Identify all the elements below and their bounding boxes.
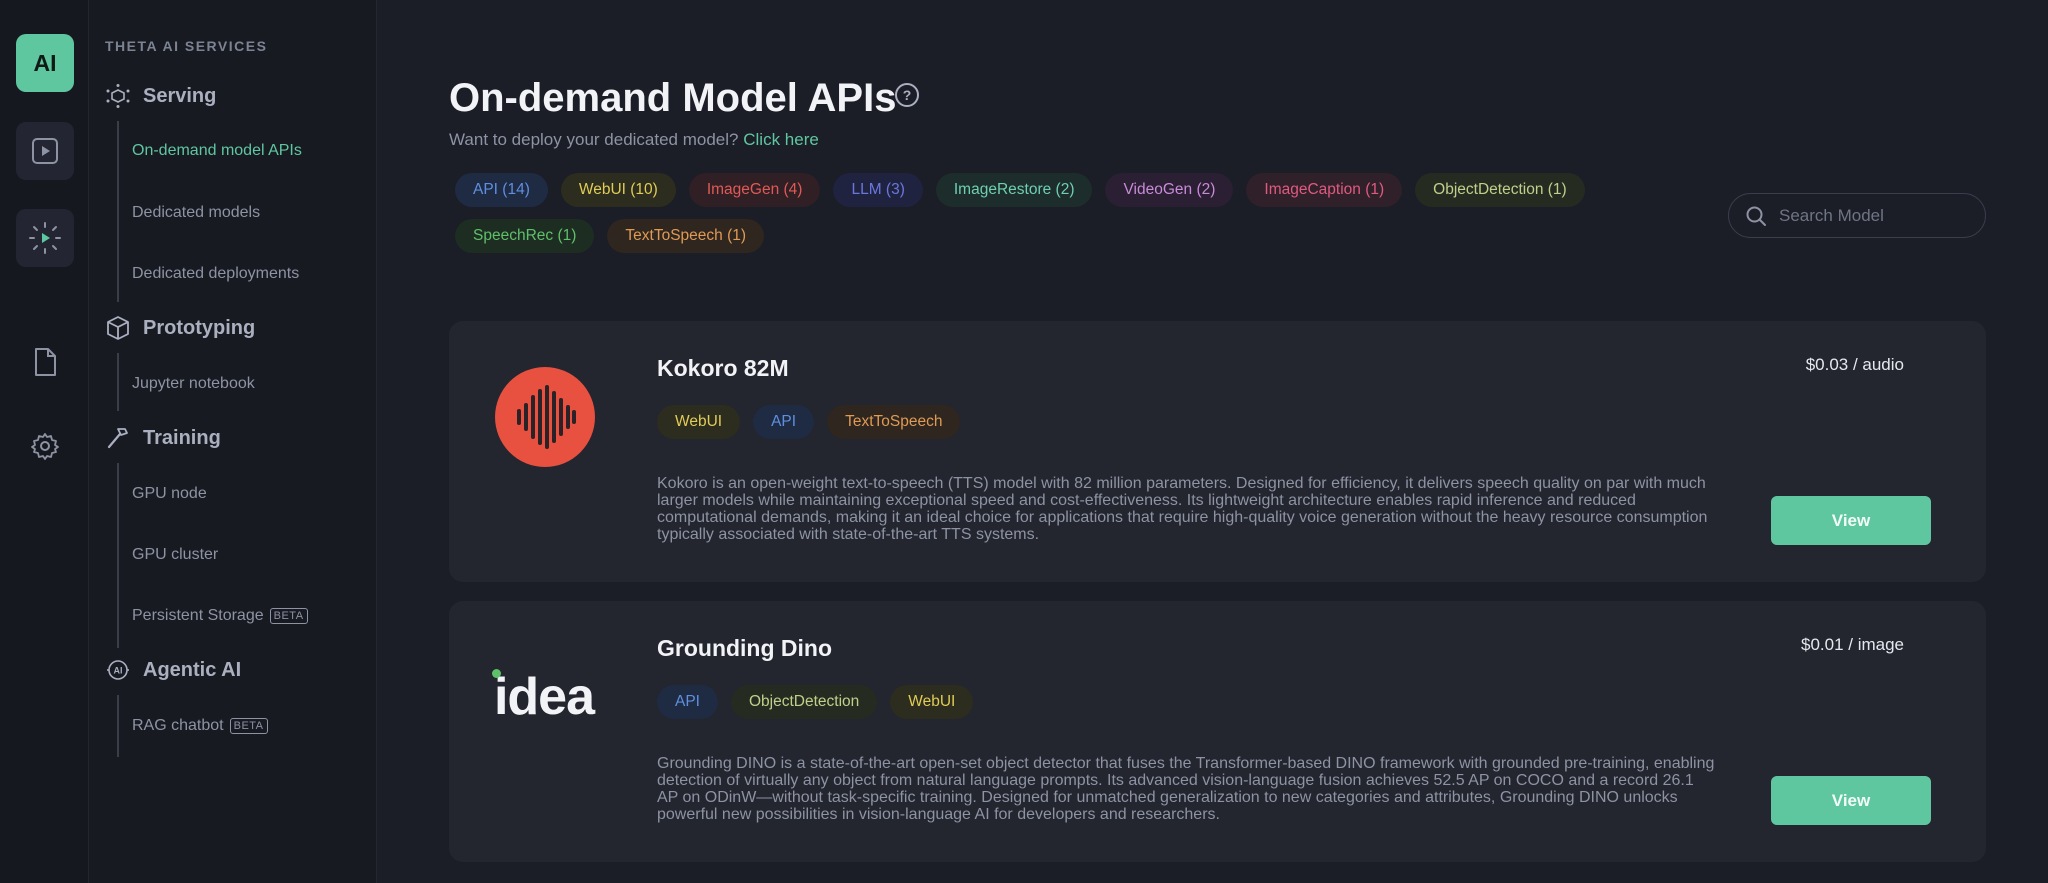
nav-label: Jupyter notebook (132, 375, 255, 392)
section-prototyping[interactable]: Prototyping (105, 315, 255, 341)
media-play-nav-button[interactable] (16, 122, 74, 180)
nav-label: Persistent Storage (132, 607, 264, 624)
tag-webui: WebUI (890, 685, 974, 719)
main-content: On-demand Model APIs ? Want to deploy yo… (377, 0, 2048, 883)
ai-logo-button[interactable]: AI (16, 34, 74, 92)
model-name: Kokoro 82M (657, 355, 789, 381)
help-icon[interactable]: ? (895, 83, 919, 107)
model-price: $0.03 / audio (1805, 355, 1904, 374)
icon-rail: AI (0, 0, 89, 883)
sidebar-title: THETA AI SERVICES (105, 38, 268, 54)
svg-text:AI: AI (114, 666, 123, 676)
nav-rag-chatbot[interactable]: RAG chatbot BETA (132, 717, 268, 735)
nav-gpu-cluster[interactable]: GPU cluster (132, 546, 218, 564)
nav-divider (117, 463, 119, 648)
model-price: $0.01 / image (1800, 635, 1904, 654)
idea-logo: idea (479, 647, 609, 747)
sound-wave-icon (495, 367, 595, 467)
hammer-icon (105, 425, 131, 451)
filter-chip-llm[interactable]: LLM (3) (833, 173, 923, 207)
tag-api: API (657, 685, 718, 719)
nav-divider (117, 353, 119, 411)
view-button[interactable]: View (1771, 496, 1931, 545)
gear-icon (31, 433, 59, 460)
page-subtitle: Want to deploy your dedicated model? Cli… (449, 130, 819, 150)
model-description: Grounding DINO is a state-of-the-art ope… (657, 755, 1715, 823)
filter-chip-imagegen[interactable]: ImageGen (4) (688, 173, 821, 207)
filter-chip-objectdetection[interactable]: ObjectDetection (1) (1415, 173, 1585, 207)
search-icon (1746, 206, 1766, 226)
nav-dedicated-deployments[interactable]: Dedicated deployments (132, 265, 299, 283)
section-label: Prototyping (143, 316, 256, 339)
filter-chip-webui[interactable]: WebUI (10) (560, 173, 676, 207)
tag-objectdetection: ObjectDetection (730, 685, 878, 719)
nav-gpu-node[interactable]: GPU node (132, 485, 207, 503)
nav-dedicated-models[interactable]: Dedicated models (132, 204, 260, 222)
kokoro-logo (495, 367, 595, 467)
filter-chip-imagerestore[interactable]: ImageRestore (2) (935, 173, 1093, 207)
ai-bot-icon: AI (105, 657, 131, 683)
section-label: Training (143, 426, 221, 449)
nav-jupyter-notebook[interactable]: Jupyter notebook (132, 375, 255, 393)
filter-chip-speechrec[interactable]: SpeechRec (1) (455, 219, 595, 253)
model-card-grounding-dino[interactable]: idea Grounding Dino API ObjectDetection … (449, 601, 1986, 862)
nav-persistent-storage[interactable]: Persistent Storage BETA (132, 607, 308, 625)
section-label: Serving (143, 84, 217, 107)
tag-api: API (753, 405, 815, 439)
nav-label: Dedicated models (132, 204, 261, 221)
model-tags: API ObjectDetection WebUI (657, 685, 974, 719)
tag-webui: WebUI (657, 405, 741, 439)
beta-badge: BETA (269, 608, 308, 624)
tag-texttospeech: TextToSpeech (827, 405, 961, 439)
search-model-input[interactable]: Search Model (1728, 193, 1986, 238)
nav-divider (117, 695, 119, 757)
documents-nav-button[interactable] (16, 333, 74, 391)
filter-chip-imagecaption[interactable]: ImageCaption (1) (1246, 173, 1403, 207)
section-training[interactable]: Training (105, 425, 221, 451)
model-description: Kokoro is an open-weight text-to-speech … (657, 475, 1708, 543)
search-placeholder: Search Model (1779, 205, 1884, 225)
section-serving[interactable]: Serving (105, 83, 216, 109)
logo-dot (491, 669, 501, 678)
play-square-icon (32, 138, 58, 164)
filter-chip-texttospeech[interactable]: TextToSpeech (1) (607, 219, 765, 253)
filter-chip-videogen[interactable]: VideoGen (2) (1105, 173, 1234, 207)
sparkle-play-icon (29, 222, 61, 254)
settings-nav-button[interactable] (16, 417, 74, 475)
cube-icon (105, 315, 131, 341)
nav-on-demand-model-apis[interactable]: On-demand model APIs (132, 142, 302, 160)
ai-services-nav-button[interactable] (16, 209, 74, 267)
subtitle-text: Want to deploy your dedicated model? (449, 130, 739, 149)
model-card-kokoro[interactable]: Kokoro 82M WebUI API TextToSpeech Kokoro… (449, 321, 1986, 582)
nav-label: On-demand model APIs (132, 142, 302, 159)
nav-label: RAG chatbot (132, 717, 224, 734)
nav-label: GPU node (132, 485, 207, 502)
page-title: On-demand Model APIs (449, 76, 897, 120)
nav-label: Dedicated deployments (132, 265, 300, 282)
deploy-dedicated-link[interactable]: Click here (743, 130, 819, 149)
model-name: Grounding Dino (657, 635, 833, 661)
filter-chips: API (14) WebUI (10) ImageGen (4) LLM (3)… (455, 173, 1595, 253)
section-label: Agentic AI (143, 658, 242, 681)
view-button[interactable]: View (1771, 776, 1931, 825)
document-icon (35, 348, 56, 376)
beta-badge: BETA (229, 718, 268, 734)
nav-divider (117, 121, 119, 302)
section-agentic-ai[interactable]: AI Agentic AI (105, 657, 241, 683)
cube-network-icon (105, 83, 131, 109)
logo-text: idea (493, 668, 595, 726)
sidebar: THETA AI SERVICES Serving On-demand mode… (89, 0, 377, 883)
filter-chip-api[interactable]: API (14) (455, 173, 548, 207)
nav-label: GPU cluster (132, 546, 219, 563)
model-tags: WebUI API TextToSpeech (657, 405, 961, 439)
